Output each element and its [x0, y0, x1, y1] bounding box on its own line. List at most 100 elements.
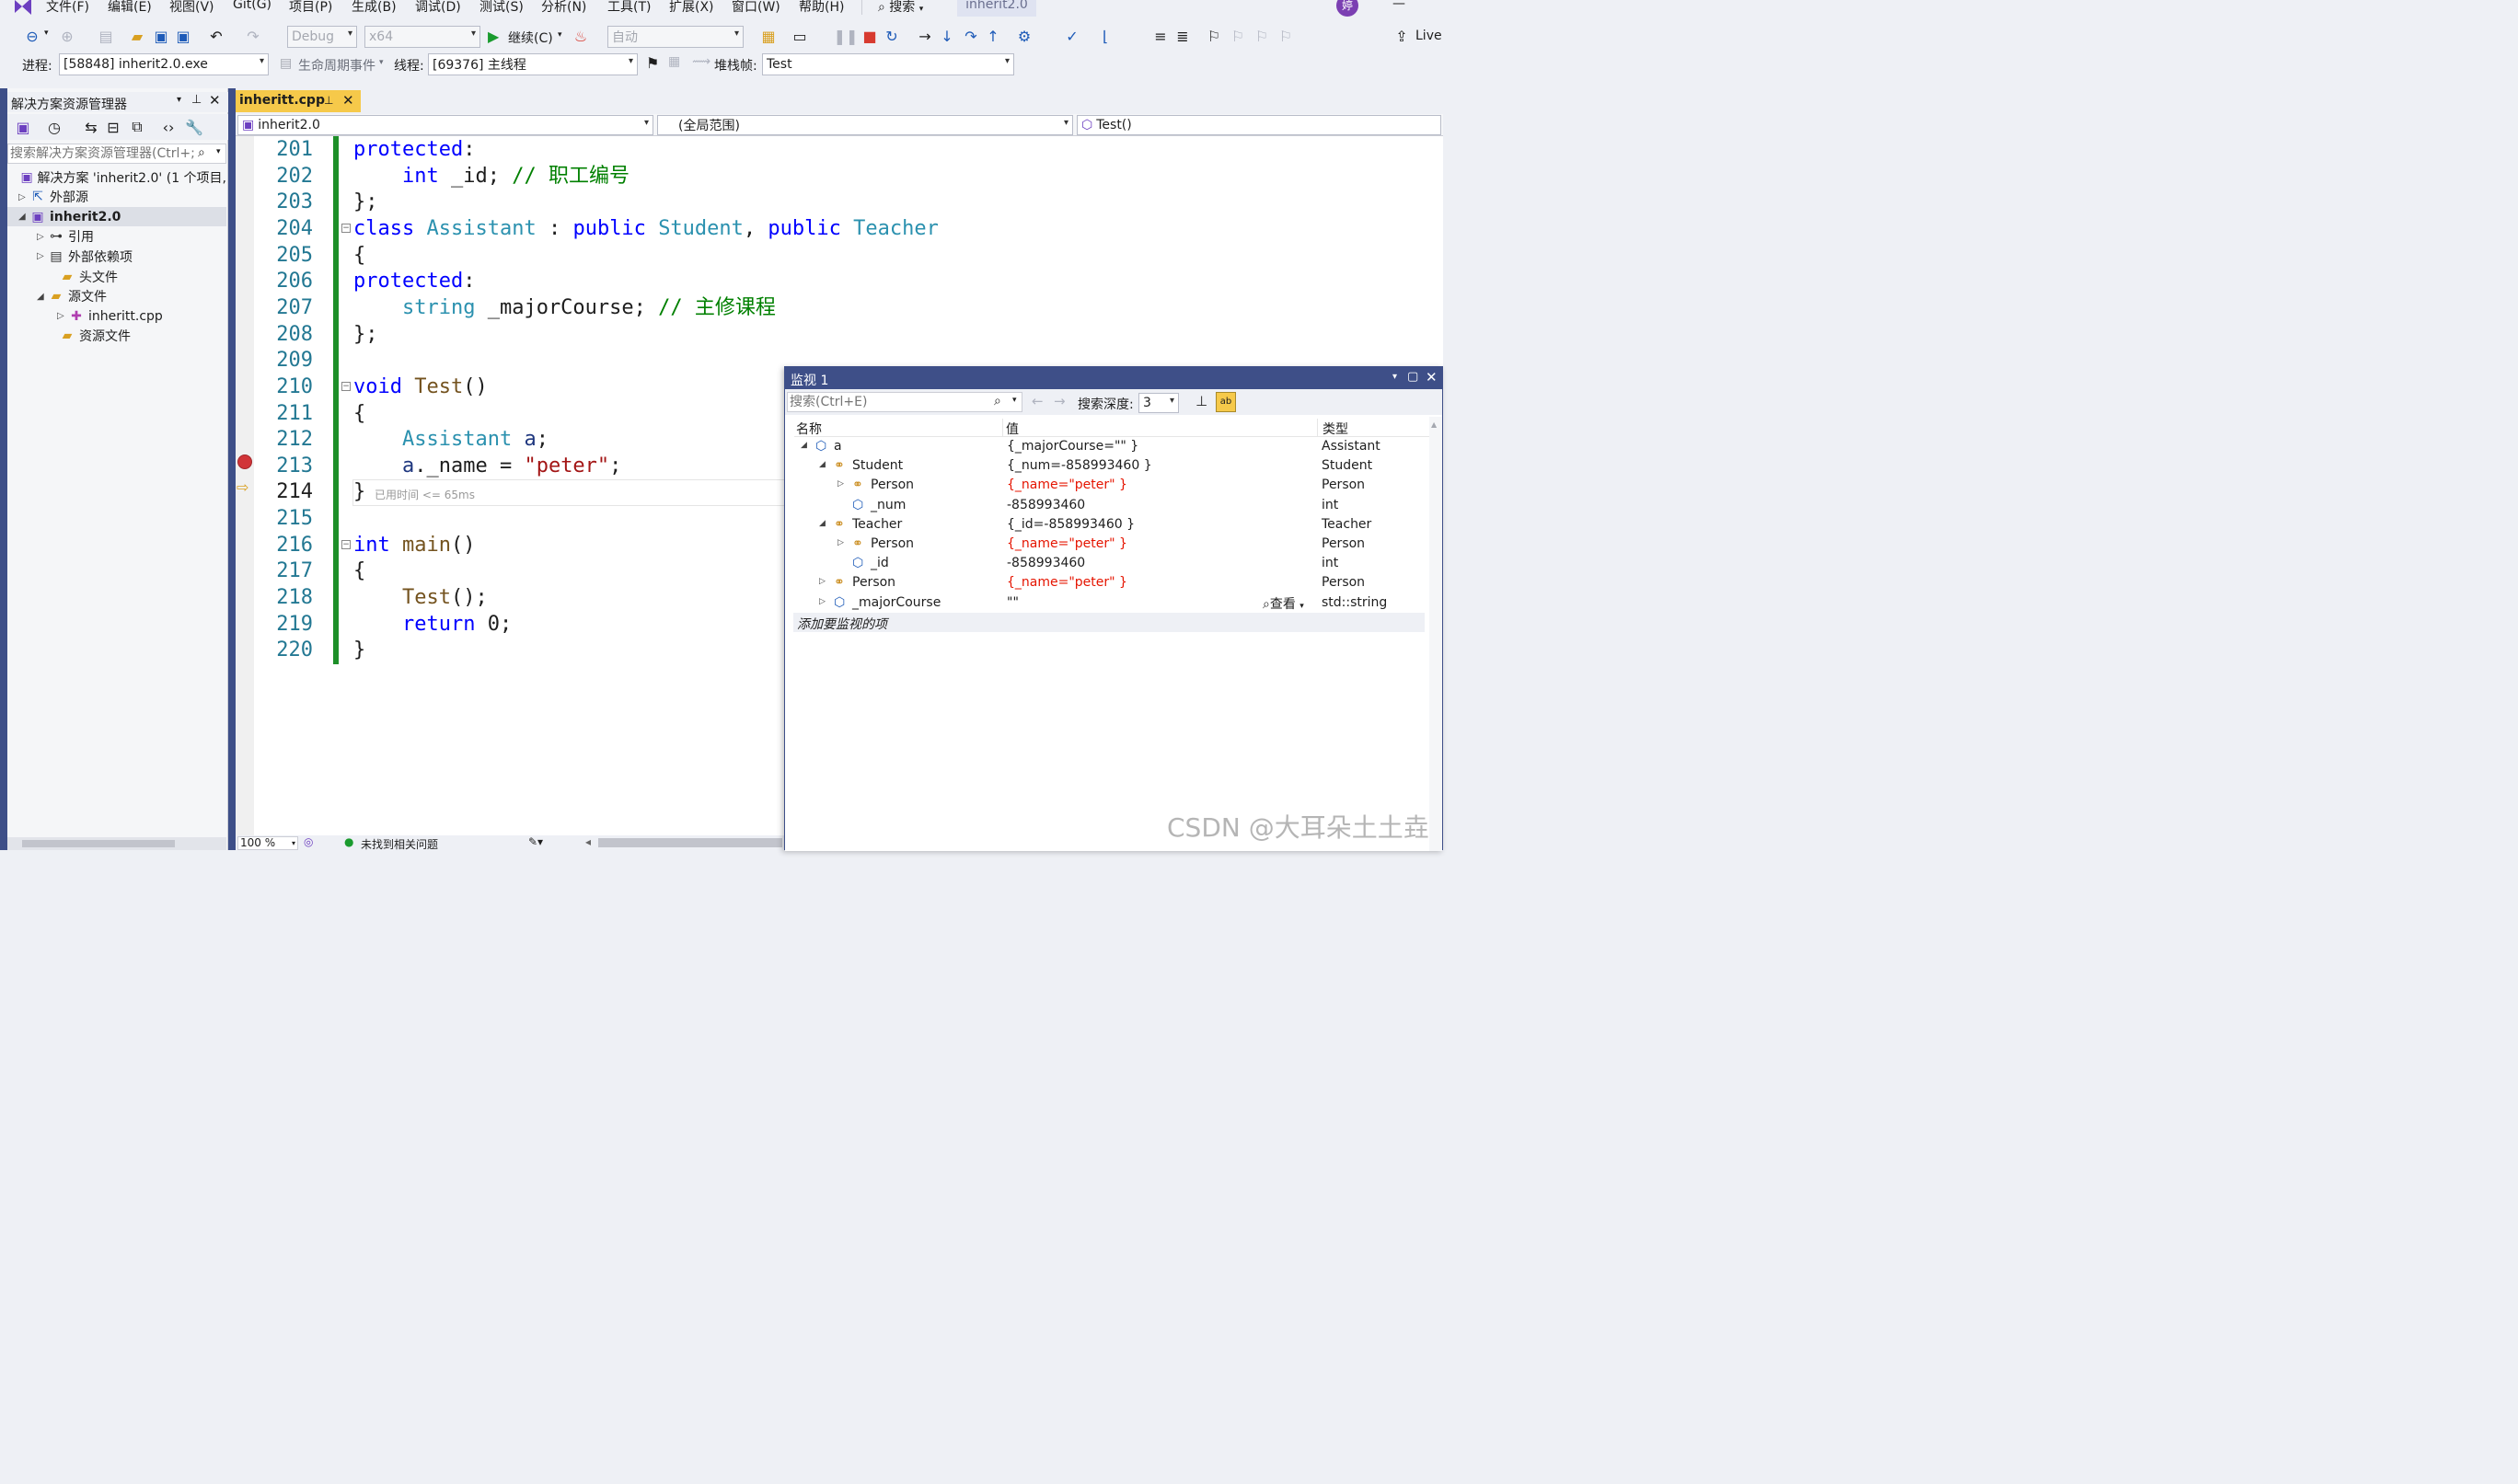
- collapse-arrow-icon[interactable]: ◢: [801, 441, 807, 450]
- project-nav-select[interactable]: ▣ inherit2.0 ▾: [237, 115, 653, 135]
- pin-icon[interactable]: ⊥: [324, 94, 333, 107]
- code-line[interactable]: }: [353, 637, 365, 663]
- watch-search-box[interactable]: ⌕ ▾: [787, 392, 1022, 412]
- code-line[interactable]: {: [353, 558, 365, 584]
- sync-icon[interactable]: ⇆: [81, 117, 101, 137]
- code-line[interactable]: };: [353, 189, 378, 215]
- code-line[interactable]: class Assistant : public Student, public…: [353, 215, 939, 242]
- scrollbar-thumb[interactable]: [22, 840, 175, 847]
- bookmark-icon[interactable]: ⚐: [1204, 26, 1224, 46]
- live-share-button[interactable]: Live: [1415, 29, 1442, 43]
- watch-titlebar[interactable]: 监视 1 ▾ ▢ ✕: [785, 367, 1442, 389]
- issues-status[interactable]: 未找到相关问题: [361, 836, 438, 852]
- browse-icon[interactable]: ▦: [758, 26, 779, 46]
- chevron-down-icon[interactable]: ▾: [1012, 396, 1017, 405]
- watch-row[interactable]: ▷ ⬡ _majorCourse "" std::string: [793, 594, 1425, 614]
- code-line[interactable]: }: [353, 478, 365, 505]
- solution-search-box[interactable]: ⌕ ▾: [7, 144, 226, 164]
- play-icon[interactable]: ▶: [488, 28, 499, 45]
- scroll-up-icon[interactable]: ▲: [1431, 420, 1437, 429]
- pin-source-icon[interactable]: ⊥: [1195, 393, 1207, 409]
- menu-item[interactable]: 生成(B): [352, 0, 397, 16]
- horizontal-scrollbar-thumb[interactable]: [598, 838, 782, 847]
- horizontal-scrollbar[interactable]: [7, 837, 226, 850]
- expand-arrow-icon[interactable]: ▷: [57, 311, 68, 321]
- tab-inheritt-cpp[interactable]: inheritt.cpp ⊥ ✕: [236, 90, 361, 112]
- watch-row[interactable]: ⬡ _id -858993460 int: [793, 555, 1425, 574]
- watch-value[interactable]: {_majorCourse="" }: [1007, 439, 1138, 454]
- menu-item[interactable]: 项目(P): [289, 0, 332, 16]
- menu-item[interactable]: 工具(T): [607, 0, 651, 16]
- scroll-left-icon[interactable]: ◂: [585, 835, 591, 848]
- watch-row[interactable]: ◢ ⚭ Student {_num=-858993460 } Student: [793, 457, 1425, 477]
- tree-item[interactable]: ▰ 资源文件: [7, 327, 226, 346]
- expand-arrow-icon[interactable]: ▷: [37, 232, 48, 242]
- zoom-select[interactable]: 100 % ▾: [237, 836, 298, 850]
- pin-icon[interactable]: ⊥: [191, 93, 202, 107]
- column-header-type[interactable]: 类型: [1323, 420, 1348, 438]
- window-layout-icon[interactable]: ▭: [790, 26, 810, 46]
- prev-bookmark-icon[interactable]: ⚐: [1228, 26, 1248, 46]
- code-line[interactable]: protected:: [353, 268, 475, 294]
- open-folder-icon[interactable]: ▰: [127, 26, 147, 46]
- history-icon[interactable]: ◷: [44, 117, 64, 137]
- fold-toggle-icon[interactable]: −: [341, 224, 351, 233]
- divider[interactable]: [1002, 419, 1003, 437]
- expand-arrow-icon[interactable]: ▷: [837, 538, 844, 547]
- search-back-icon[interactable]: ←: [1032, 393, 1044, 409]
- collapse-all-icon[interactable]: ⊟: [103, 117, 123, 137]
- menu-item[interactable]: 分析(N): [541, 0, 586, 16]
- collapse-arrow-icon[interactable]: ◢: [819, 460, 826, 469]
- watch-value[interactable]: {_name="peter" }: [1007, 575, 1127, 590]
- code-line[interactable]: a._name = "peter";: [353, 453, 621, 479]
- watch-value[interactable]: -858993460: [1007, 498, 1085, 512]
- user-avatar[interactable]: 婷: [1336, 0, 1358, 17]
- watch-value[interactable]: {_name="peter" }: [1007, 477, 1127, 492]
- code-line[interactable]: int main(): [353, 532, 475, 558]
- copilot-icon[interactable]: ◎: [304, 835, 313, 848]
- thread-select[interactable]: [69376] 主线程 ▾: [428, 53, 638, 75]
- code-line[interactable]: {: [353, 242, 365, 269]
- watch-row[interactable]: ▷ ⚭ Person {_name="peter" } Person: [793, 477, 1425, 496]
- save-all-icon[interactable]: ▣: [173, 26, 193, 46]
- watch-value[interactable]: {_name="peter" }: [1007, 536, 1127, 551]
- add-watch-item[interactable]: 添加要监视的项: [797, 615, 887, 633]
- configuration-select[interactable]: Debug ▾: [287, 26, 357, 48]
- comment-icon[interactable]: ⌊: [1095, 26, 1115, 46]
- spell-check-icon[interactable]: ✓: [1062, 26, 1082, 46]
- menu-item[interactable]: 窗口(W): [732, 0, 780, 16]
- tree-item[interactable]: ▷ ✚ inheritt.cpp: [7, 306, 226, 326]
- indent-icon[interactable]: ≡: [1150, 26, 1171, 46]
- chevron-down-icon[interactable]: ▾: [216, 147, 221, 156]
- watch-value[interactable]: {_num=-858993460 }: [1007, 458, 1152, 473]
- step-out-icon[interactable]: ↑: [983, 26, 1003, 46]
- tree-item[interactable]: ▷ ▤ 外部依赖项: [7, 247, 226, 266]
- watch-row[interactable]: ⬡ _num -858993460 int: [793, 497, 1425, 516]
- continue-button[interactable]: 继续(C): [508, 29, 553, 47]
- clear-bookmarks-icon[interactable]: ⚐: [1276, 26, 1296, 46]
- expand-arrow-icon[interactable]: ▷: [837, 479, 844, 489]
- menu-item[interactable]: 编辑(E): [108, 0, 152, 16]
- next-bookmark-icon[interactable]: ⚐: [1252, 26, 1272, 46]
- tree-item[interactable]: ▷ ⊶ 引用: [7, 227, 226, 247]
- filter-threads-icon[interactable]: ⟿: [692, 54, 710, 69]
- function-nav-select[interactable]: ⬡ Test(): [1077, 115, 1441, 135]
- wrench-icon[interactable]: 🔧: [184, 117, 204, 137]
- vertical-scrollbar[interactable]: ▲: [1429, 417, 1442, 851]
- watch-value[interactable]: -858993460: [1007, 556, 1085, 570]
- code-line[interactable]: int _id; // 职工编号: [353, 163, 630, 190]
- watch-search-input[interactable]: [790, 394, 987, 410]
- cleanup-icon[interactable]: ✎▾: [528, 835, 543, 848]
- code-line[interactable]: };: [353, 321, 378, 348]
- close-icon[interactable]: ✕: [1426, 369, 1438, 385]
- undo-icon[interactable]: ↶: [206, 26, 226, 46]
- hex-display-icon[interactable]: ab: [1216, 392, 1236, 412]
- menu-item[interactable]: 视图(V): [169, 0, 214, 16]
- thread-flag-icon[interactable]: ▦: [668, 54, 680, 69]
- search-depth-select[interactable]: 3 ▾: [1138, 393, 1179, 413]
- step-into-icon[interactable]: ↓: [937, 26, 957, 46]
- add-watch-row[interactable]: 添加要监视的项: [793, 613, 1425, 632]
- code-view-icon[interactable]: ‹›: [158, 117, 179, 137]
- collapse-arrow-icon[interactable]: ◢: [37, 292, 48, 302]
- chevron-down-icon[interactable]: ▾: [1392, 372, 1397, 382]
